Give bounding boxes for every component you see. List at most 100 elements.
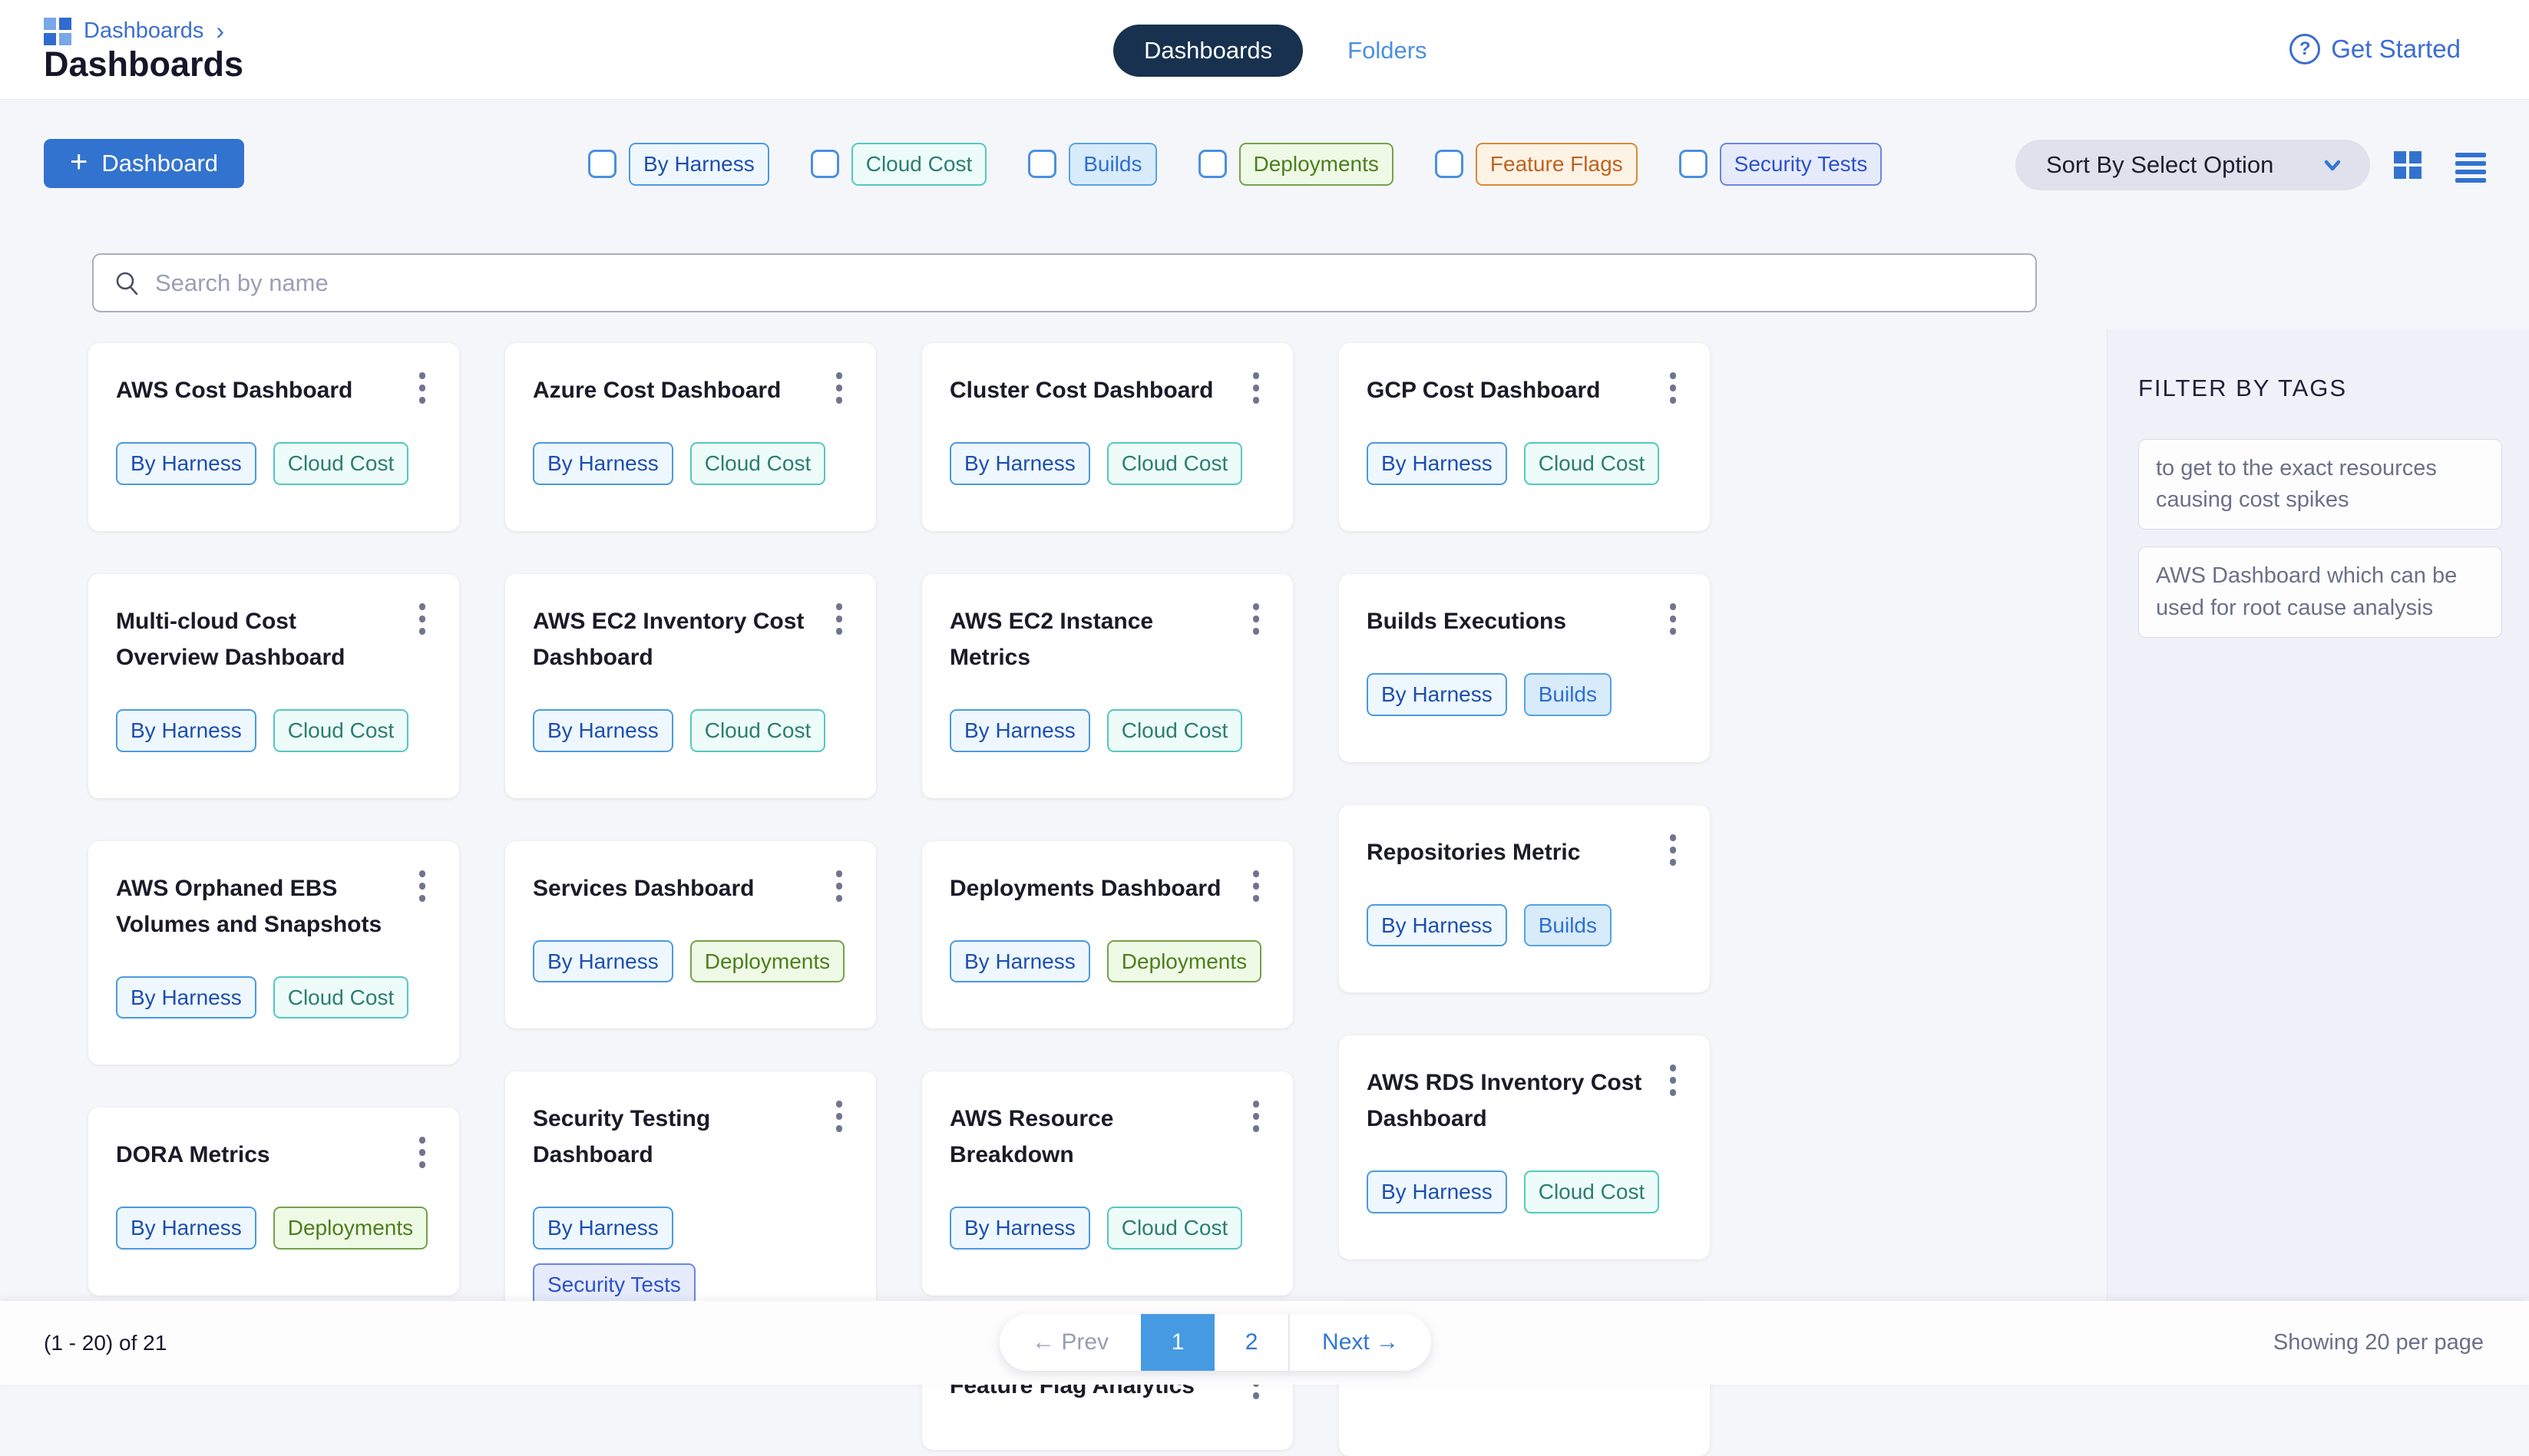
tab-dashboards[interactable]: Dashboards <box>1113 25 1303 77</box>
tag-security-tests: Security Tests <box>533 1263 696 1306</box>
builds-checkbox[interactable] <box>1028 150 1056 178</box>
tag-by-harness: By Harness <box>1367 442 1507 485</box>
search-icon <box>114 269 141 297</box>
dashboard-card[interactable]: AWS EC2 Inventory Cost Dashboard By Harn… <box>505 574 876 798</box>
prev-page-button[interactable]: ← Prev <box>1000 1314 1141 1371</box>
card-title: AWS Orphaned EBS Volumes and Snapshots <box>116 870 413 943</box>
card-title: AWS Resource Breakdown <box>950 1101 1247 1173</box>
feature-flags-checkbox[interactable] <box>1435 150 1463 178</box>
tag-cloud-cost: Cloud Cost <box>1524 442 1660 485</box>
kebab-menu-icon[interactable] <box>413 866 431 906</box>
tag-by-harness: By Harness <box>950 1207 1090 1250</box>
dashboard-card[interactable]: Repositories Metric By Harness Builds <box>1339 805 1710 993</box>
page-1-button[interactable]: 1 <box>1141 1314 1215 1371</box>
card-title: Cluster Cost Dashboard <box>950 372 1224 408</box>
dashboard-card[interactable]: AWS Cost Dashboard By Harness Cloud Cost <box>88 343 459 531</box>
card-title: AWS EC2 Inventory Cost Dashboard <box>533 603 830 675</box>
tag-by-harness: By Harness <box>1367 1170 1507 1213</box>
tag-by-harness: By Harness <box>116 1207 256 1250</box>
kebab-menu-icon[interactable] <box>1664 599 1682 639</box>
dashboards-grid-icon <box>44 18 71 45</box>
builds-filter-tag[interactable]: Builds <box>1069 143 1156 186</box>
tag-by-harness: By Harness <box>533 940 673 983</box>
card-title: Repositories Metric <box>1367 834 1591 870</box>
card-title: Deployments Dashboard <box>950 870 1231 906</box>
grid-column: AWS Cost Dashboard By Harness Cloud Cost… <box>88 343 459 1456</box>
cloud-cost-checkbox[interactable] <box>811 150 839 178</box>
cloud-cost-filter-tag[interactable]: Cloud Cost <box>851 143 987 186</box>
feature-flags-filter-tag[interactable]: Feature Flags <box>1476 143 1638 186</box>
tag-cloud-cost: Cloud Cost <box>1107 709 1243 752</box>
deployments-checkbox[interactable] <box>1198 150 1227 178</box>
dashboard-card[interactable]: AWS EC2 Instance Metrics By Harness Clou… <box>922 574 1293 798</box>
get-started-link[interactable]: ? Get Started <box>2289 34 2461 64</box>
page-2-button[interactable]: 2 <box>1215 1314 1288 1371</box>
dashboard-card[interactable]: Cluster Cost Dashboard By Harness Cloud … <box>922 343 1293 531</box>
tag-by-harness: By Harness <box>950 709 1090 752</box>
card-title: Multi-cloud Cost Overview Dashboard <box>116 603 413 675</box>
card-title: AWS RDS Inventory Cost Dashboard <box>1367 1065 1664 1137</box>
by-harness-filter-tag[interactable]: By Harness <box>629 143 769 186</box>
deployments-filter-tag[interactable]: Deployments <box>1239 143 1393 186</box>
kebab-menu-icon[interactable] <box>830 368 848 408</box>
dashboard-card[interactable]: GCP Cost Dashboard By Harness Cloud Cost <box>1339 343 1710 531</box>
tab-folders[interactable]: Folders <box>1347 37 1426 64</box>
breadcrumb[interactable]: Dashboards › <box>44 17 224 45</box>
kebab-menu-icon[interactable] <box>1247 368 1265 408</box>
chevron-right-icon: › <box>216 17 224 45</box>
kebab-menu-icon[interactable] <box>830 866 848 906</box>
search-input[interactable] <box>155 269 2015 297</box>
dashboard-card[interactable]: Deployments Dashboard By Harness Deploym… <box>922 841 1293 1029</box>
kebab-menu-icon[interactable] <box>413 368 431 408</box>
sort-by-dropdown[interactable]: Sort By Select Option <box>2015 140 2370 190</box>
kebab-menu-icon[interactable] <box>1247 599 1265 639</box>
kebab-menu-icon[interactable] <box>1247 1096 1265 1137</box>
dashboard-card[interactable]: AWS Resource Breakdown By Harness Cloud … <box>922 1071 1293 1296</box>
grid-view-icon[interactable] <box>2394 151 2422 179</box>
kebab-menu-icon[interactable] <box>413 599 431 639</box>
results-range: (1 - 20) of 21 <box>44 1301 167 1385</box>
security-tests-checkbox[interactable] <box>1679 150 1707 178</box>
by-harness-checkbox[interactable] <box>588 150 617 178</box>
view-tabs: Dashboards Folders <box>1113 25 1427 77</box>
tag-cloud-cost: Cloud Cost <box>690 709 826 752</box>
card-title: Builds Executions <box>1367 603 1577 639</box>
dashboard-card[interactable]: AWS RDS Inventory Cost Dashboard By Harn… <box>1339 1035 1710 1260</box>
list-view-icon[interactable] <box>2455 153 2486 183</box>
sidebar-tag-list: to get to the exact resources causing co… <box>2138 439 2501 638</box>
grid-column: Azure Cost Dashboard By Harness Cloud Co… <box>505 343 876 1456</box>
tag-by-harness: By Harness <box>116 709 256 752</box>
search-bar <box>92 253 2037 312</box>
kebab-menu-icon[interactable] <box>1664 1060 1682 1101</box>
dashboard-card[interactable]: Builds Executions By Harness Builds <box>1339 574 1710 762</box>
dashboard-card[interactable]: AWS Orphaned EBS Volumes and Snapshots B… <box>88 841 459 1065</box>
tag-deployments: Deployments <box>273 1207 428 1250</box>
grid-column: GCP Cost Dashboard By Harness Cloud Cost… <box>1339 343 1710 1456</box>
pagination: ← Prev 1 2 Next → <box>1000 1314 1431 1371</box>
sidebar-tag-filter[interactable]: to get to the exact resources causing co… <box>2138 439 2502 530</box>
new-dashboard-button[interactable]: + Dashboard <box>44 139 244 188</box>
page-title: Dashboards <box>44 45 243 84</box>
dashboard-card[interactable]: Multi-cloud Cost Overview Dashboard By H… <box>88 574 459 798</box>
tag-by-harness: By Harness <box>950 442 1090 485</box>
security-tests-filter-tag[interactable]: Security Tests <box>1720 143 1883 186</box>
dashboard-card[interactable]: Services Dashboard By Harness Deployment… <box>505 841 876 1029</box>
dashboard-card[interactable]: DORA Metrics By Harness Deployments <box>88 1108 459 1296</box>
breadcrumb-dashboards-link[interactable]: Dashboards <box>84 18 203 44</box>
tag-by-harness: By Harness <box>1367 904 1507 947</box>
tag-by-harness: By Harness <box>950 940 1090 983</box>
pagination-footer: (1 - 20) of 21 ← Prev 1 2 Next → Showing… <box>0 1301 2529 1385</box>
page-header: Dashboards › Dashboards Dashboards Folde… <box>0 0 2529 100</box>
kebab-menu-icon[interactable] <box>830 599 848 639</box>
plus-icon: + <box>70 147 88 177</box>
dashboard-card[interactable]: Azure Cost Dashboard By Harness Cloud Co… <box>505 343 876 531</box>
sidebar-tag-filter[interactable]: AWS Dashboard which can be used for root… <box>2138 546 2502 637</box>
kebab-menu-icon[interactable] <box>1664 368 1682 408</box>
get-started-label: Get Started <box>2331 35 2461 64</box>
kebab-menu-icon[interactable] <box>830 1096 848 1137</box>
next-page-button[interactable]: Next → <box>1290 1314 1431 1371</box>
kebab-menu-icon[interactable] <box>1247 866 1265 906</box>
sort-by-label: Sort By Select Option <box>2046 151 2273 179</box>
kebab-menu-icon[interactable] <box>1664 830 1682 870</box>
kebab-menu-icon[interactable] <box>413 1132 431 1173</box>
